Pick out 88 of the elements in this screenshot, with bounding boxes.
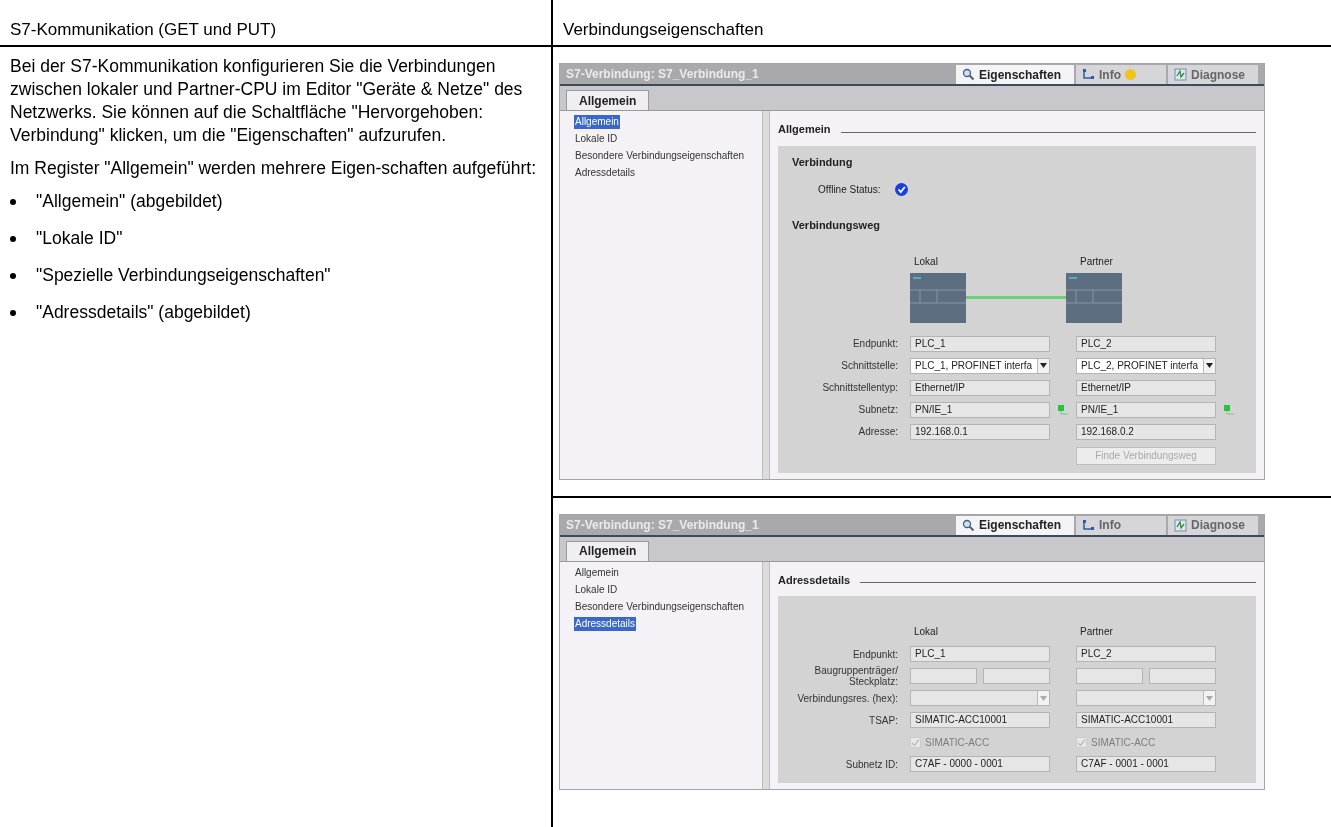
search-icon [962, 518, 975, 532]
input-field[interactable]: 192.168.0.2 [1076, 423, 1216, 440]
column-label: Partner [1079, 625, 1114, 639]
bullet-text: "Spezielle Verbindungseigenschaften" [36, 264, 331, 287]
connection-arrow-icon [1082, 518, 1095, 532]
group-heading: Verbindung [792, 154, 854, 170]
input-field[interactable]: PLC_2 [1076, 335, 1216, 352]
field-label: Schnittstellentyp: [821, 382, 899, 393]
field-label: Subnetz ID: [844, 758, 899, 770]
nav-item[interactable]: Lokale ID [574, 582, 619, 597]
dropdown-caret-icon [1037, 691, 1049, 705]
panel-tab[interactable]: Diagnose [1168, 515, 1258, 535]
bullet-text: "Adressdetails" (abgebildet) [36, 301, 251, 324]
nav-item[interactable]: Adressdetails [574, 616, 637, 631]
section-tab[interactable]: Allgemein [566, 90, 650, 110]
panel-tab[interactable]: Eigenschaften [956, 515, 1074, 535]
input-field[interactable]: SIMATIC-ACC10001 [1076, 712, 1216, 728]
input-field[interactable]: PN/IE_1 [910, 401, 1050, 418]
input-field[interactable]: PLC_2 [1076, 646, 1216, 662]
input-field[interactable]: PN/IE_1 [1076, 401, 1216, 418]
input-field[interactable]: SIMATIC-ACC10001 [910, 712, 1050, 728]
nav-item[interactable]: Adressdetails [574, 166, 637, 180]
window-title: S7-Verbindung: S7_Verbindung_1 [566, 66, 759, 83]
input-field[interactable]: 192.168.0.1 [910, 423, 1050, 440]
panel-tab[interactable]: Diagnose [1168, 65, 1258, 84]
section-heading: Adressdetails [778, 572, 851, 588]
input-field[interactable] [1149, 668, 1216, 684]
bullet-icon [10, 310, 16, 316]
input-field[interactable]: Ethernet/IP [910, 379, 1050, 396]
field-label: Adresse: [857, 426, 899, 437]
column-label: Partner [1079, 254, 1114, 269]
column-header: Verbindungseigenschaften [563, 18, 764, 41]
window-title: S7-Verbindung: S7_Verbindung_1 [566, 516, 759, 534]
nav-item[interactable]: Allgemein [574, 565, 620, 580]
field-label: Verbindungsres. (hex): [796, 692, 899, 704]
dropdown-field[interactable] [1076, 690, 1216, 706]
column-header: S7-Kommunikation (GET und PUT) [10, 18, 277, 41]
field-label: TSAP: [868, 714, 899, 726]
input-field[interactable] [910, 668, 977, 684]
field-label: Subnetz: [857, 404, 899, 415]
nav-item[interactable]: Allgemein [574, 115, 620, 129]
input-field[interactable]: Ethernet/IP [1076, 379, 1216, 396]
group-heading: Verbindungsweg [792, 218, 881, 233]
dropdown-caret-icon [1203, 691, 1215, 705]
connection-arrow-icon [1082, 68, 1095, 81]
dropdown-field[interactable]: PLC_1, PROFINET interfa [910, 357, 1050, 374]
input-field[interactable] [983, 668, 1050, 684]
field-label: Endpunkt: [851, 648, 899, 660]
dropdown-caret-icon [1203, 358, 1215, 373]
panel-tab[interactable]: Info [1076, 515, 1166, 535]
column-label: Lokal [913, 254, 939, 269]
splitter[interactable] [762, 111, 770, 479]
nav-item[interactable]: Besondere Verbindungseigenschaften [574, 149, 746, 163]
bullet-text: "Allgemein" (abgebildet) [36, 190, 223, 213]
plc-device-icon [1066, 272, 1122, 323]
diagnose-icon [1174, 518, 1187, 532]
input-field[interactable]: PLC_1 [910, 646, 1050, 662]
bullet-icon [10, 236, 16, 242]
checkbox-label: SIMATIC-ACC [925, 735, 990, 750]
section-heading: Allgemein [778, 122, 831, 137]
bullet-text: "Lokale ID" [36, 227, 123, 250]
plc-device-icon [910, 272, 966, 323]
splitter[interactable] [762, 561, 770, 789]
input-field[interactable]: PLC_1 [910, 335, 1050, 352]
nav-item[interactable]: Lokale ID [574, 132, 619, 146]
dropdown-caret-icon [1037, 358, 1049, 373]
diagnose-icon [1174, 68, 1187, 81]
dropdown-field[interactable] [910, 690, 1050, 706]
input-field[interactable]: C7AF - 0000 - 0001 [910, 756, 1050, 772]
paragraph: Bei der S7-Kommunikation konfigurieren Sie die Verbindungen zwischen lokaler und Partner-CPU im Editor "Geräte & Netze" des Netzwerks. Sie können auf die Schaltfläche "Hervorgehoben: Verbindung" klicken, um die "Eigenschaften" aufzurufen. [10, 55, 524, 147]
field-label: Schnittstelle: [840, 360, 899, 371]
warning-icon [1125, 69, 1136, 80]
dropdown-field[interactable]: PLC_2, PROFINET interfa [1076, 357, 1216, 374]
panel-tab[interactable]: Eigenschaften [956, 65, 1074, 84]
panel-tab[interactable]: Info [1076, 65, 1166, 84]
section-tab[interactable]: Allgemein [566, 540, 650, 561]
status-label: Offline Status: [818, 183, 881, 197]
bullet-icon [10, 273, 16, 279]
search-icon [962, 68, 975, 81]
input-field[interactable]: C7AF - 0001 - 0001 [1076, 756, 1216, 772]
paragraph: Im Register "Allgemein" werden mehrere Eigen-schaften aufgeführt: [10, 157, 537, 180]
field-label: Endpunkt: [851, 338, 899, 349]
input-field[interactable] [1076, 668, 1143, 684]
field-label: Baugruppenträger/ Steckplatz: [813, 665, 899, 687]
nav-item[interactable]: Besondere Verbindungseigenschaften [574, 599, 746, 614]
column-label: Lokal [913, 625, 939, 639]
bullet-icon [10, 199, 16, 205]
checkbox-label: SIMATIC-ACC [1091, 735, 1156, 750]
